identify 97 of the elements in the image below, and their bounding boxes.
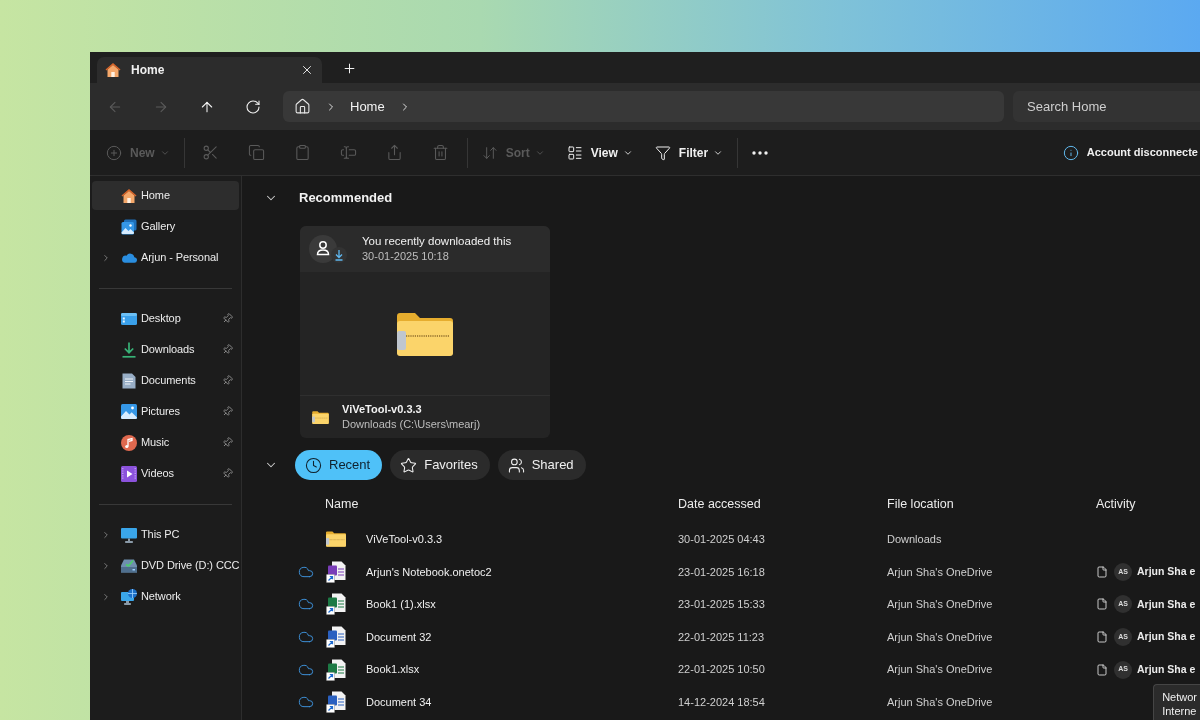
name-cell[interactable]: Document 32 [366, 628, 678, 646]
location-cell-text: Arjun Sha's OneDrive [887, 629, 994, 645]
address-bar[interactable]: Home [283, 91, 1004, 122]
name-cell[interactable]: Book1.xlsx [366, 661, 678, 678]
expand-chevron-icon[interactable] [101, 560, 111, 571]
date-cell-text: 30-01-2025 04:43 [678, 532, 766, 548]
house-outline-icon [294, 98, 311, 115]
file-name: ViVeTool-v0.3.3 [342, 402, 423, 417]
account-status-button[interactable]: Account disconnecte [1062, 136, 1198, 169]
nav-item[interactable]: Pictures [92, 397, 239, 426]
activity-text: Arjun Sha e [1137, 661, 1196, 677]
nav-item[interactable]: Network [92, 582, 239, 611]
cloud-icon [121, 252, 137, 263]
name-cell[interactable]: Arjun's Notebook.onetoc2 [366, 563, 678, 581]
date-cell-text: 22-01-2025 11:23 [678, 629, 766, 645]
photos-icon [121, 218, 137, 235]
location-cell-text: Arjun Sha's OneDrive [887, 564, 994, 580]
breadcrumb-item[interactable]: Home [350, 96, 385, 117]
monitor-icon [121, 526, 137, 543]
recommended-card[interactable]: You recently downloaded this 30-01-2025 10:18 ViVeTool-v0.3.3 Downloads (C:\Users\mearj) [300, 226, 550, 438]
activity-text: Arjun Sha e [1137, 564, 1196, 579]
column-header[interactable]: Date accessed [678, 494, 887, 514]
file-icon [1096, 565, 1108, 578]
nav-item[interactable]: Videos [92, 459, 239, 488]
spreadsheet-file-icon [326, 593, 346, 616]
nav-item[interactable]: Music [92, 428, 239, 457]
nav-item[interactable]: Downloads [92, 335, 239, 364]
nav-item[interactable]: Arjun - Personal [92, 243, 239, 272]
filter-button[interactable]: Filter [646, 136, 732, 169]
person-download-icon [309, 234, 347, 264]
location-cell-text: Arjun Sha's OneDrive [887, 662, 994, 678]
house-icon [121, 187, 137, 204]
nav-item[interactable]: Home [92, 181, 239, 210]
view-button[interactable]: View [558, 136, 641, 169]
document-file-icon [326, 626, 346, 649]
name-cell[interactable]: Book1 (1).xlsx [366, 596, 678, 613]
file-icon [1096, 631, 1108, 644]
nav-item[interactable]: Gallery [92, 212, 239, 241]
filter-pill[interactable]: Favorites [390, 450, 490, 480]
expand-chevron-icon[interactable] [101, 529, 111, 540]
location-cell-text: Arjun Sha's OneDrive [887, 695, 994, 710]
list-view-icon [566, 144, 583, 161]
location-cell-text: Downloads [887, 532, 943, 548]
tooltip-text: Networ Interne [1162, 690, 1197, 718]
nav-item[interactable]: This PC [92, 520, 239, 549]
date-cell-text: 22-01-2025 10:50 [678, 662, 766, 678]
sort-arrows-icon [481, 144, 498, 161]
filter-pill[interactable]: Shared [497, 450, 586, 480]
new-tab-button[interactable] [341, 60, 357, 76]
plus-circle-icon [106, 144, 122, 161]
search-field[interactable]: Search Home [1013, 91, 1200, 122]
close-icon [300, 63, 314, 77]
section-title: Recommended [299, 189, 393, 208]
drive-icon [121, 558, 137, 573]
name-cell[interactable]: Document 34 [366, 694, 678, 711]
activity-text: Arjun Sha e [1137, 629, 1196, 645]
clock-icon [305, 456, 322, 474]
nav-item[interactable]: Documents [92, 366, 239, 395]
zip-folder-icon [397, 311, 453, 356]
card-note: You recently downloaded this [362, 234, 512, 249]
file-icon [1096, 598, 1108, 611]
house-icon [105, 62, 121, 78]
network-icon [121, 588, 137, 605]
date-cell-text: 14-12-2024 18:54 [678, 695, 766, 710]
notebook-file-icon [326, 560, 346, 583]
expand-chevron-icon[interactable] [101, 252, 111, 263]
file-icon [1096, 663, 1108, 676]
filter-pill[interactable]: Recent [295, 450, 383, 480]
info-icon [1062, 144, 1079, 161]
desktop-icon [121, 311, 137, 326]
plus-icon [341, 60, 357, 76]
location-cell-text: Arjun Sha's OneDrive [887, 597, 994, 613]
expand-chevron-icon[interactable] [101, 591, 111, 602]
card-time: 30-01-2025 10:18 [362, 249, 450, 264]
column-header[interactable]: File location [887, 494, 1096, 514]
activity-text: Arjun Sha e [1137, 596, 1196, 612]
download-icon [121, 341, 137, 358]
video-icon [121, 465, 137, 482]
nav-item[interactable]: Desktop [92, 304, 239, 333]
filter-icon [654, 144, 671, 161]
nav-item[interactable]: DVD Drive (D:) CCC [92, 551, 239, 580]
picture-icon [121, 404, 137, 419]
music-note-icon [121, 434, 137, 451]
star-icon [400, 456, 418, 474]
zip-folder-icon [312, 410, 329, 424]
name-cell[interactable]: ViVeTool-v0.3.3 [366, 531, 678, 548]
people-icon [507, 456, 525, 474]
zip-folder-icon [326, 531, 346, 548]
column-header[interactable]: Name [325, 494, 678, 514]
spreadsheet-file-icon [326, 658, 346, 681]
date-cell-text: 23-01-2025 15:33 [678, 597, 766, 613]
column-header[interactable]: Activity [1096, 494, 1136, 514]
document-file-icon [326, 691, 346, 714]
file-path: Downloads (C:\Users\mearj) [342, 417, 481, 432]
tab[interactable]: Home [97, 57, 322, 83]
date-cell-text: 23-01-2025 16:18 [678, 564, 766, 580]
document-icon [122, 372, 136, 389]
